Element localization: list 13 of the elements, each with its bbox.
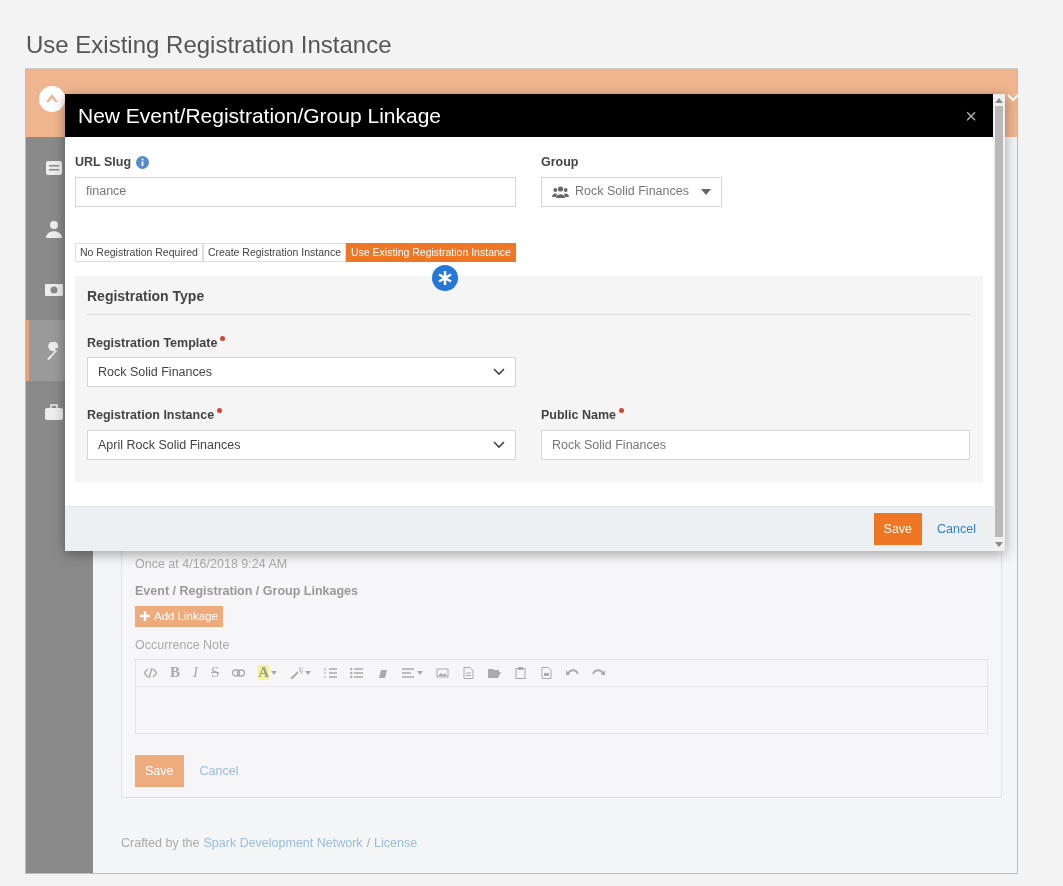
section-title: Registration Type	[87, 287, 971, 315]
field-label: Public Name	[541, 407, 617, 425]
field-label: URL Slug	[75, 154, 132, 171]
page-title: Use Existing Registration Instance	[25, 30, 393, 60]
separator-text: /	[366, 835, 371, 852]
field-label: Group	[541, 154, 579, 171]
field-label: Registration Instance	[87, 407, 215, 425]
field-label: Registration Template	[87, 334, 218, 352]
field-label: Occurrence Note	[135, 636, 231, 654]
footer-text: Crafted by the	[121, 835, 200, 852]
section-label: Event / Registration / Group Linkages	[135, 582, 359, 600]
schedule-text: Once at 4/16/2018 9:24 AM	[135, 556, 289, 573]
modal-title: New Event/Registration/Group Linkage	[78, 102, 442, 129]
